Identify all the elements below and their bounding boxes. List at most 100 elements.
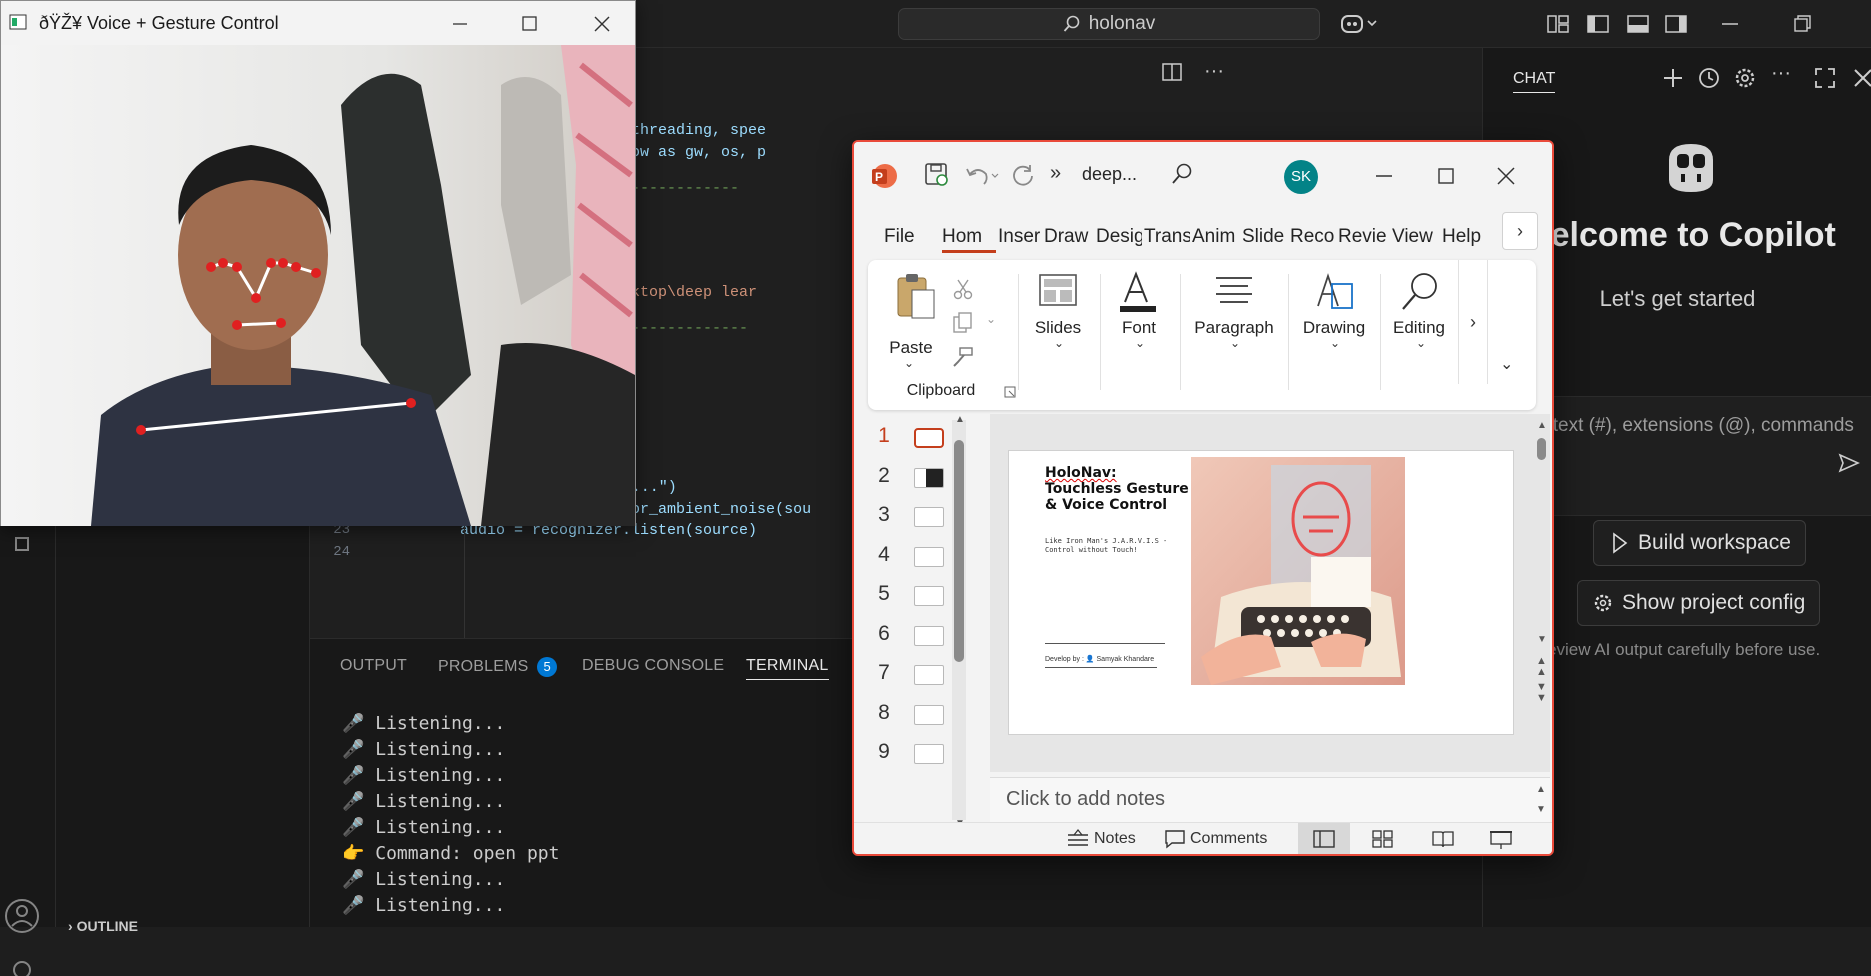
slide-thumbnail[interactable]: [914, 744, 944, 764]
camera-window[interactable]: ðŸŽ¥ Voice + Gesture Control: [0, 0, 636, 526]
ribbon-tabs-scroll-right[interactable]: ›: [1502, 212, 1538, 250]
ribbon-tab-view[interactable]: View: [1392, 226, 1440, 248]
slideshow-icon[interactable]: [1490, 830, 1512, 850]
new-chat-icon[interactable]: [1661, 66, 1685, 90]
autosave-icon[interactable]: [924, 162, 950, 188]
copilot-menu-icon[interactable]: [1340, 12, 1377, 36]
build-workspace-button[interactable]: Build workspace: [1593, 520, 1806, 566]
ribbon-tab-file[interactable]: File: [884, 226, 940, 248]
redo-icon[interactable]: [1010, 162, 1036, 188]
dialog-launcher-icon[interactable]: [1004, 386, 1016, 398]
restore-icon[interactable]: [1790, 12, 1814, 36]
normal-view-button[interactable]: [1298, 823, 1350, 854]
ribbon-tab-reco[interactable]: Reco: [1290, 226, 1336, 248]
ribbon-expand-chevron-icon[interactable]: ⌄: [1500, 354, 1513, 374]
customize-layout-icon[interactable]: [1546, 12, 1570, 36]
minimize-icon[interactable]: [1718, 12, 1742, 36]
ribbon-tab-revie[interactable]: Revie: [1338, 226, 1390, 248]
ribbon-tab-desig[interactable]: Desig: [1096, 226, 1142, 248]
format-painter-icon[interactable]: [952, 346, 974, 368]
ribbon-tab-hom[interactable]: Hom: [942, 226, 996, 253]
notes-toggle-button[interactable]: Notes: [1066, 829, 1136, 849]
thumbnail-scrollbar[interactable]: ▲ ▼: [952, 414, 966, 829]
ribbon-tab-anim[interactable]: Anim: [1192, 226, 1240, 248]
tab-output[interactable]: OUTPUT: [340, 657, 407, 675]
minimize-icon[interactable]: [451, 15, 469, 33]
close-panel-icon[interactable]: [1851, 66, 1871, 90]
close-icon[interactable]: [593, 15, 611, 33]
minimize-icon[interactable]: [1374, 166, 1394, 186]
powerpoint-window[interactable]: P » deep... SK File Hom Inser Draw Desig Tran…: [852, 140, 1554, 856]
slide-thumbnail[interactable]: [914, 625, 944, 646]
drawing-button[interactable]: Drawing ⌄: [1292, 268, 1376, 398]
scroll-down-arrow-icon[interactable]: ▼: [1537, 634, 1547, 645]
tab-chat[interactable]: CHAT: [1513, 70, 1556, 93]
editing-button[interactable]: Editing ⌄: [1382, 268, 1456, 398]
account-icon[interactable]: [2, 896, 42, 936]
outline-section-header[interactable]: › OUTLINE: [68, 918, 138, 934]
comments-button[interactable]: Comments: [1164, 829, 1267, 849]
font-button[interactable]: Font ⌄: [1104, 268, 1174, 398]
slides-button[interactable]: Slides ⌄: [1020, 268, 1096, 398]
history-icon[interactable]: [1697, 66, 1721, 90]
reading-view-icon[interactable]: [1432, 830, 1454, 848]
ribbon-tab-draw[interactable]: Draw: [1044, 226, 1094, 248]
paste-label[interactable]: Paste: [878, 338, 944, 358]
tab-problems[interactable]: PROBLEMS 5: [438, 657, 558, 677]
more-icon[interactable]: ···: [1771, 62, 1791, 85]
previous-slide-icon[interactable]: ▲ ▲: [1536, 656, 1547, 678]
slide-thumbnail-pane[interactable]: 1 2 3 4 5 6 7 8 9 ▲ ▼: [854, 414, 972, 832]
settings-gear-icon[interactable]: [1733, 66, 1757, 90]
maximize-icon[interactable]: [1436, 166, 1456, 186]
slide-title[interactable]: HoloNav: Touchless Gesture & Voice Contr…: [1045, 465, 1189, 513]
search-icon[interactable]: [1170, 162, 1194, 186]
paste-button[interactable]: [892, 270, 938, 330]
next-slide-icon[interactable]: ▼ ▼: [1536, 682, 1547, 704]
scroll-up-arrow-icon[interactable]: ▲: [1537, 420, 1547, 431]
slide-thumbnail[interactable]: [914, 428, 944, 448]
copy-icon[interactable]: [952, 312, 974, 334]
copy-dropdown-icon[interactable]: ⌄: [986, 312, 996, 326]
more-commands-icon[interactable]: »: [1050, 162, 1061, 185]
command-center-search[interactable]: holonav: [898, 8, 1320, 40]
slide-thumbnail[interactable]: [914, 507, 944, 527]
maximize-icon[interactable]: [1813, 66, 1837, 90]
slide-thumbnail[interactable]: [914, 586, 944, 606]
slide-subtitle[interactable]: Like Iron Man's J.A.R.V.I.S - Control wi…: [1045, 537, 1185, 555]
ribbon-scroll-right[interactable]: ›: [1458, 260, 1488, 384]
ribbon-tab-help[interactable]: Help: [1442, 226, 1492, 248]
ribbon-tab-inser[interactable]: Inser: [998, 226, 1042, 248]
slide-image-typewriter[interactable]: [1191, 457, 1405, 685]
camera-titlebar[interactable]: ðŸŽ¥ Voice + Gesture Control: [1, 1, 635, 45]
extensions-icon[interactable]: [8, 532, 48, 572]
toggle-panel-icon[interactable]: [1626, 12, 1650, 36]
slide-scroll-thumb[interactable]: [1537, 438, 1546, 460]
undo-icon[interactable]: [964, 164, 1000, 188]
close-icon[interactable]: [1496, 166, 1516, 186]
powerpoint-titlebar[interactable]: P » deep... SK: [854, 142, 1552, 206]
slide-thumbnail[interactable]: [914, 704, 944, 725]
ribbon-tab-trans[interactable]: Trans: [1144, 226, 1190, 248]
slide-credit[interactable]: Develop by : 👤 Samyak Khandare: [1045, 655, 1154, 663]
show-project-config-button[interactable]: Show project config: [1577, 580, 1821, 626]
thumbnail-scroll-thumb[interactable]: [954, 440, 964, 662]
paste-dropdown-icon[interactable]: ⌄: [904, 356, 914, 370]
slide-sorter-icon[interactable]: [1372, 830, 1394, 848]
split-editor-icon[interactable]: [1160, 60, 1184, 84]
more-actions-icon[interactable]: ···: [1204, 60, 1224, 83]
notes-scroll-arrows-icon[interactable]: ▲ ▼: [1536, 780, 1546, 820]
slide-thumbnail[interactable]: [914, 546, 944, 567]
slide-editing-area[interactable]: HoloNav: Touchless Gesture & Voice Contr…: [990, 414, 1550, 772]
tab-debug-console[interactable]: DEBUG CONSOLE: [582, 657, 724, 675]
toggle-primary-sidebar-icon[interactable]: [1586, 12, 1610, 36]
slide-thumbnail[interactable]: [914, 665, 944, 685]
user-avatar[interactable]: SK: [1284, 160, 1318, 194]
tab-terminal[interactable]: TERMINAL: [746, 657, 829, 680]
ribbon-tab-slide[interactable]: Slide: [1242, 226, 1288, 248]
slide-thumbnail[interactable]: [914, 467, 944, 488]
send-icon[interactable]: [1837, 451, 1861, 475]
toggle-secondary-sidebar-icon[interactable]: [1664, 12, 1688, 36]
maximize-icon[interactable]: [521, 15, 539, 33]
cut-icon[interactable]: [952, 278, 974, 300]
current-slide[interactable]: HoloNav: Touchless Gesture & Voice Contr…: [1008, 450, 1514, 735]
